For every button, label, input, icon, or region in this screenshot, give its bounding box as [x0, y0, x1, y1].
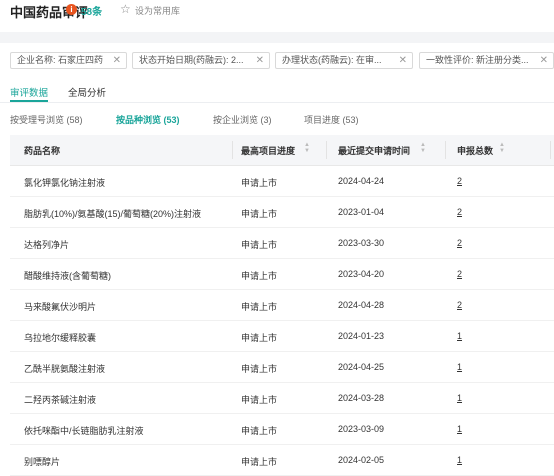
progress-cell: 申请上市	[241, 302, 278, 312]
column-divider	[326, 141, 327, 159]
progress-cell: 申请上市	[241, 457, 278, 467]
progress-cell: 申请上市	[241, 426, 278, 436]
drug-name-cell[interactable]: 依托咪酯中/长链脂肪乳注射液	[24, 424, 144, 437]
drug-name-cell[interactable]: 乌拉地尔缓释胶囊	[24, 331, 96, 344]
filter-chip-label: 状态开始日期(药融云): 2...	[139, 55, 244, 65]
column-header-latest-date[interactable]: 最近提交申请时间	[338, 144, 410, 157]
column-header-progress[interactable]: 最高项目进度	[241, 144, 295, 157]
table-row[interactable]: 乙酰半胱氨酸注射液 申请上市 2024-04-25 1	[10, 352, 554, 383]
drug-name-cell[interactable]: 脂肪乳(10%)/氨基酸(15)/葡萄糖(20%)注射液	[24, 207, 201, 220]
progress-cell: 申请上市	[241, 178, 278, 188]
table-row[interactable]: 氯化钾氯化钠注射液 申请上市 2024-04-24 2	[10, 166, 554, 197]
count-link[interactable]: 1	[457, 331, 462, 341]
progress-cell: 申请上市	[241, 240, 278, 250]
filter-chip-status[interactable]: 办理状态(药融云): 在审... ✕	[275, 52, 413, 69]
column-divider	[445, 141, 446, 159]
date-cell: 2024-04-28	[338, 300, 385, 310]
sort-icon[interactable]: ▲ ▼	[420, 142, 426, 156]
column-header-drug-name: 药品名称	[24, 146, 61, 156]
view-subtabs: 按受理号浏览 (58) 按品种浏览 (53) 按企业浏览 (3) 项目进度 (5…	[0, 113, 554, 127]
filter-chip-label: 一致性评价: 新注册分类...	[426, 55, 529, 65]
date-cell: 2023-04-20	[338, 269, 385, 279]
filter-chip-label: 企业名称: 石家庄四药	[17, 55, 104, 65]
column-divider	[232, 141, 233, 159]
table-row[interactable]: 乌拉地尔缓释胶囊 申请上市 2024-01-23 1	[10, 321, 554, 352]
subtab-by-accept-no[interactable]: 按受理号浏览 (58)	[10, 113, 83, 126]
drug-name-cell[interactable]: 二羟丙茶碱注射液	[24, 393, 96, 406]
date-cell: 2023-03-30	[338, 238, 385, 248]
count-link[interactable]: 2	[457, 207, 462, 217]
set-favorite-link[interactable]: 设为常用库	[135, 4, 180, 17]
date-cell: 2024-04-24	[338, 176, 385, 186]
header: 中国药品审评 i 58条 ☆ 设为常用库	[0, 0, 554, 32]
progress-cell: 申请上市	[241, 271, 278, 281]
table-row[interactable]: 二羟丙茶碱注射液 申请上市 2024-03-28 1	[10, 383, 554, 414]
date-cell: 2024-01-23	[338, 331, 385, 341]
column-divider	[550, 141, 551, 159]
subtab-by-variety[interactable]: 按品种浏览 (53)	[116, 113, 180, 126]
drug-name-cell[interactable]: 乙酰半胱氨酸注射液	[24, 362, 105, 375]
progress-cell: 申请上市	[241, 395, 278, 405]
count-link[interactable]: 2	[457, 300, 462, 310]
count-link[interactable]: 1	[457, 362, 462, 372]
close-icon[interactable]: ✕	[540, 53, 548, 68]
count-link[interactable]: 1	[457, 393, 462, 403]
count-link[interactable]: 1	[457, 455, 462, 465]
star-icon[interactable]: ☆	[120, 2, 131, 16]
date-cell: 2024-03-28	[338, 393, 385, 403]
progress-cell: 申请上市	[241, 209, 278, 219]
drug-name-cell[interactable]: 氯化钾氯化钠注射液	[24, 176, 105, 189]
tab-global-analysis[interactable]: 全局分析	[68, 85, 106, 99]
sort-icon[interactable]: ▲ ▼	[304, 142, 310, 156]
table-row[interactable]: 脂肪乳(10%)/氨基酸(15)/葡萄糖(20%)注射液 申请上市 2023-0…	[10, 197, 554, 228]
table-row[interactable]: 依托咪酯中/长链脂肪乳注射液 申请上市 2023-03-09 1	[10, 414, 554, 445]
progress-cell: 申请上市	[241, 364, 278, 374]
drug-name-cell[interactable]: 醋酸维持液(含葡萄糖)	[24, 269, 111, 282]
table-row[interactable]: 达格列净片 申请上市 2023-03-30 2	[10, 228, 554, 259]
table-header: 药品名称 最高项目进度 ▲ ▼ 最近提交申请时间 ▲ ▼ 申报总数 ▲ ▼	[10, 135, 554, 166]
tab-review-data[interactable]: 审评数据	[10, 85, 48, 99]
date-cell: 2023-01-04	[338, 207, 385, 217]
table-row[interactable]: 马来酸氟伏沙明片 申请上市 2024-04-28 2	[10, 290, 554, 321]
close-icon[interactable]: ✕	[256, 53, 264, 68]
date-cell: 2024-02-05	[338, 455, 385, 465]
subtab-by-company[interactable]: 按企业浏览 (3)	[213, 113, 272, 126]
progress-cell: 申请上市	[241, 333, 278, 343]
drug-name-cell[interactable]: 马来酸氟伏沙明片	[24, 300, 96, 313]
date-cell: 2023-03-09	[338, 424, 385, 434]
filter-chip-start-date[interactable]: 状态开始日期(药融云): 2... ✕	[132, 52, 270, 69]
result-count: 58条	[81, 7, 103, 18]
subtab-project-progress[interactable]: 项目进度 (53)	[304, 113, 359, 126]
count-link[interactable]: 2	[457, 238, 462, 248]
column-header-total-count[interactable]: 申报总数	[457, 144, 493, 157]
count-link[interactable]: 2	[457, 269, 462, 279]
table-row[interactable]: 别嘌醇片 申请上市 2024-02-05 1	[10, 445, 554, 476]
header-divider	[0, 32, 554, 43]
filter-bar: 企业名称: 石家庄四药 ✕ 状态开始日期(药融云): 2... ✕ 办理状态(药…	[0, 52, 554, 70]
close-icon[interactable]: ✕	[399, 53, 407, 68]
sort-icon[interactable]: ▲ ▼	[499, 142, 505, 156]
filter-chip-consistency[interactable]: 一致性评价: 新注册分类... ✕	[419, 52, 554, 69]
filter-chip-label: 办理状态(药融云): 在审...	[282, 55, 382, 65]
info-icon[interactable]: i	[66, 4, 77, 15]
filter-chip-company[interactable]: 企业名称: 石家庄四药 ✕	[10, 52, 127, 69]
drug-name-cell[interactable]: 别嘌醇片	[24, 455, 60, 468]
count-link[interactable]: 2	[457, 176, 462, 186]
count-link[interactable]: 1	[457, 424, 462, 434]
active-tab-indicator	[10, 100, 48, 102]
main-tabs: 审评数据 全局分析	[0, 82, 554, 103]
drug-name-cell[interactable]: 达格列净片	[24, 238, 69, 251]
date-cell: 2024-04-25	[338, 362, 385, 372]
close-icon[interactable]: ✕	[113, 53, 121, 68]
table-row[interactable]: 醋酸维持液(含葡萄糖) 申请上市 2023-04-20 2	[10, 259, 554, 290]
